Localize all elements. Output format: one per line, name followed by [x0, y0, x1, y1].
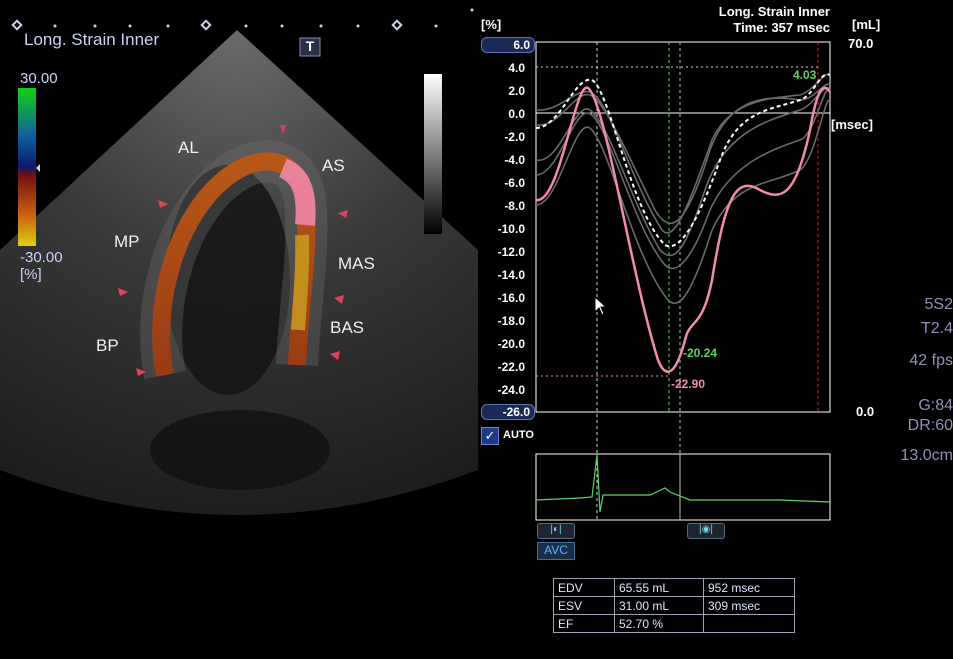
graph-title: Long. Strain Inner	[718, 4, 830, 19]
segment-label-mp: MP	[114, 232, 140, 251]
scale-min-label: -30.00	[20, 249, 63, 266]
x-unit-label: [msec]	[831, 117, 873, 132]
segment-label-mas: MAS	[338, 254, 375, 273]
strain-graph	[535, 41, 832, 521]
echo-title: Long. Strain Inner	[24, 30, 160, 49]
table-row: EDV 65.55 mL 952 msec	[553, 578, 795, 597]
y-tick: -4.0	[504, 153, 525, 167]
depth-dots	[11, 19, 403, 31]
table-row: ESV 31.00 mL 309 msec	[553, 596, 795, 615]
y-tick: -6.0	[504, 176, 525, 190]
gray-scale-bar	[424, 74, 442, 234]
average-curve	[535, 73, 831, 248]
peak-end-label: 4.03	[793, 68, 817, 82]
fps-label: 42 fps	[909, 352, 953, 369]
scale-max-label: 30.00	[20, 70, 58, 87]
template-icon[interactable]: T	[300, 38, 320, 54]
metric-name: EF	[553, 614, 615, 633]
metric-time	[703, 614, 795, 633]
strain-color-scale	[18, 88, 36, 246]
y-tick: -18.0	[497, 314, 525, 328]
step-play-button[interactable]: |◉|	[687, 523, 725, 539]
metric-name: EDV	[553, 578, 615, 597]
metric-value: 65.55 mL	[614, 578, 704, 597]
y-max-input[interactable]: 6.0	[481, 37, 535, 53]
segment-label-bas: BAS	[330, 318, 365, 337]
probe-label: 5S2	[924, 296, 953, 313]
metric-time: 952 msec	[703, 578, 795, 597]
graph-ecg	[535, 454, 831, 513]
metric-name: ESV	[553, 596, 615, 615]
segment-label-as: AS	[322, 156, 345, 175]
depth-label: 13.0cm	[900, 447, 953, 464]
y-tick: -24.0	[497, 383, 525, 397]
y-tick: -12.0	[497, 245, 525, 259]
right-unit-label: [mL]	[852, 17, 881, 32]
volume-metrics-table: EDV 65.55 mL 952 msec ESV 31.00 mL 309 m…	[553, 578, 795, 633]
gain-label: G:84	[918, 397, 953, 414]
mouse-cursor-icon	[594, 296, 608, 316]
peak-pink-label: -22.90	[671, 377, 706, 391]
metric-time: 309 msec	[703, 596, 795, 615]
metric-value: 52.70 %	[614, 614, 704, 633]
y-tick: -10.0	[497, 222, 525, 236]
auto-label: AUTO	[503, 429, 534, 441]
time-label: Time: 357 msec	[733, 20, 830, 35]
right-bottom-value: 0.0	[856, 404, 875, 419]
auto-checkbox[interactable]: ✓	[481, 427, 499, 445]
y-tick: 2.0	[508, 84, 525, 98]
y-min-input[interactable]: -26.0	[481, 404, 535, 420]
highlight-curve	[535, 86, 832, 373]
echo-image	[0, 8, 478, 515]
y-tick: -16.0	[497, 291, 525, 305]
step-back-button[interactable]: |◐|	[537, 523, 575, 539]
right-top-value: 70.0	[848, 36, 874, 51]
y-tick: 0.0	[508, 107, 525, 121]
y-tick: 4.0	[508, 61, 525, 75]
peak-green-label: -20.24	[683, 346, 718, 360]
segment-curves	[535, 73, 831, 305]
table-row: EF 52.70 %	[553, 614, 795, 633]
y-tick: -2.0	[504, 130, 525, 144]
tissue-label: T2.4	[920, 320, 953, 337]
dynamic-range-label: DR:60	[907, 417, 953, 434]
avc-button[interactable]: AVC	[537, 542, 575, 560]
metric-value: 31.00 mL	[614, 596, 704, 615]
y-unit-label: [%]	[481, 17, 502, 32]
segment-label-al: AL	[178, 138, 199, 157]
y-tick: -14.0	[497, 268, 525, 282]
y-tick: -20.0	[497, 337, 525, 351]
scale-unit-label: [%]	[20, 266, 42, 283]
y-tick: -8.0	[504, 199, 525, 213]
y-tick: -22.0	[497, 360, 525, 374]
segment-label-bp: BP	[96, 336, 119, 355]
